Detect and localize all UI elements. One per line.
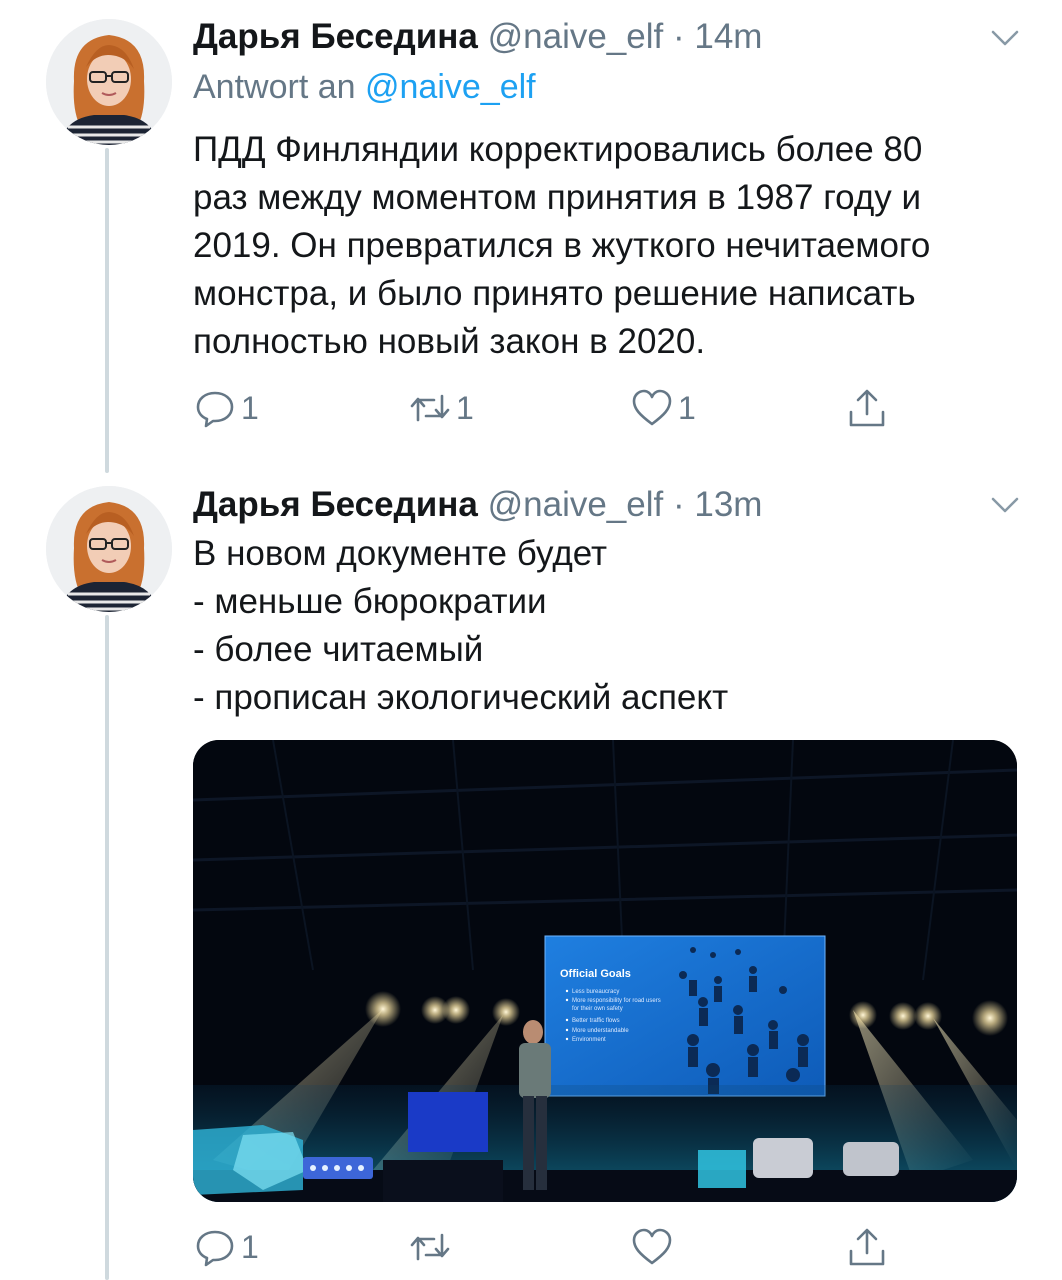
- like-button[interactable]: [630, 1222, 678, 1272]
- retweet-count: 1: [456, 389, 474, 426]
- timestamp[interactable]: · 13m: [673, 485, 762, 524]
- tweet-header: Дарья Беседина @naive_elf · 13m: [193, 484, 762, 526]
- reply-button[interactable]: 1: [193, 1222, 259, 1272]
- slide-bullet: Environment: [572, 1037, 606, 1043]
- reply-icon: [196, 391, 234, 428]
- like-button[interactable]: 1: [630, 383, 696, 433]
- slide-bullet: for their own safety: [572, 1006, 623, 1012]
- share-icon: [849, 1228, 885, 1266]
- reply-icon: [196, 1230, 234, 1267]
- avatar[interactable]: [46, 486, 172, 612]
- slide-bullet: Better traffic flows: [572, 1018, 620, 1024]
- slide-bullet: More understandable: [572, 1028, 629, 1034]
- reply-count: 1: [241, 1228, 259, 1265]
- share-button[interactable]: [845, 1222, 889, 1272]
- text-line: раз между моментом принятия в 1987 году …: [193, 178, 922, 217]
- action-bar: 1: [193, 1222, 913, 1272]
- avatar[interactable]: [46, 19, 172, 145]
- text-line: В новом документе будет: [193, 534, 608, 573]
- chevron-down-icon[interactable]: [988, 488, 1022, 522]
- author-name[interactable]: Дарья Беседина: [193, 485, 478, 524]
- retweet-icon: [410, 394, 450, 422]
- text-line: монстра, и было принято решение написать: [193, 274, 916, 313]
- reply-handle-link[interactable]: @naive_elf: [365, 68, 536, 106]
- action-bar: 1 1 1: [193, 383, 913, 433]
- tweet-text: В новом документе будет - меньше бюрокра…: [193, 530, 1033, 722]
- reply-button[interactable]: 1: [193, 383, 259, 433]
- author-handle[interactable]: @naive_elf: [488, 485, 664, 524]
- thread-line: [105, 615, 109, 1280]
- text-line: полностью новый закон в 2020.: [193, 322, 706, 361]
- chevron-down-icon[interactable]: [988, 21, 1022, 55]
- slide-bullet: More responsibility for road users: [572, 998, 661, 1004]
- tweet-text: ПДД Финляндии корректировались более 80 …: [193, 126, 1033, 366]
- retweet-button[interactable]: [408, 1222, 456, 1272]
- text-line: - прописан экологический аспект: [193, 678, 729, 717]
- reply-prefix: Antwort an: [193, 68, 356, 106]
- heart-icon: [632, 1228, 672, 1265]
- like-count: 1: [678, 389, 696, 426]
- retweet-button[interactable]: 1: [408, 383, 474, 433]
- tweet-photo[interactable]: Official Goals Less bureaucracy More res…: [193, 740, 1017, 1202]
- tweet-header: Дарья Беседина @naive_elf · 14m: [193, 16, 762, 58]
- heart-icon: [632, 389, 672, 426]
- text-line: - меньше бюрократии: [193, 582, 547, 621]
- thread-line: [105, 148, 109, 473]
- share-icon: [849, 389, 885, 427]
- slide-bullet: Less bureaucracy: [572, 989, 619, 995]
- author-handle[interactable]: @naive_elf: [488, 17, 664, 56]
- text-line: - более читаемый: [193, 630, 484, 669]
- author-name[interactable]: Дарья Беседина: [193, 17, 478, 56]
- timestamp[interactable]: · 14m: [673, 17, 762, 56]
- share-button[interactable]: [845, 383, 889, 433]
- text-line: 2019. Он превратился в жуткого нечитаемо…: [193, 226, 931, 265]
- retweet-icon: [410, 1233, 450, 1261]
- reply-count: 1: [241, 389, 259, 426]
- slide-title: Official Goals: [560, 968, 631, 980]
- reply-context: Antwort an @naive_elf: [193, 68, 536, 107]
- text-line: ПДД Финляндии корректировались более 80: [193, 130, 923, 169]
